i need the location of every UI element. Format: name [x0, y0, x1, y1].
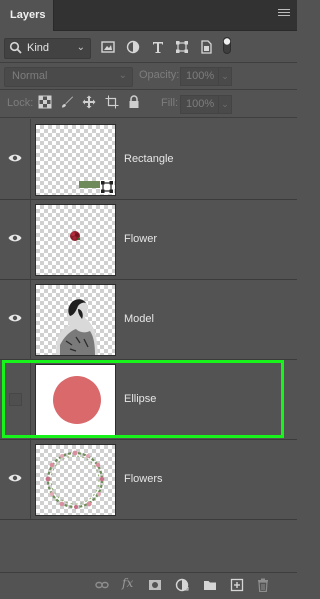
layer-row-flowers[interactable]: Flowers	[0, 439, 297, 520]
visibility-toggle[interactable]	[0, 199, 31, 279]
eye-icon	[8, 234, 22, 242]
eye-icon	[8, 154, 22, 162]
type-filter-icon[interactable]	[151, 40, 165, 54]
layers-panel: Layers Kind ⌄ Normal ⌄ Opacity: 100% ⌄ L…	[0, 0, 297, 599]
layer-name: Model	[124, 313, 154, 325]
chevron-down-icon: ⌄	[76, 42, 85, 53]
delete-layer-icon[interactable]	[256, 578, 270, 593]
visibility-toggle[interactable]	[0, 439, 31, 519]
layers-list: Rectangle Flower Model Ellipse Flowers	[0, 119, 297, 520]
layer-row-rectangle[interactable]: Rectangle	[0, 119, 297, 200]
filter-toggle-icon[interactable]	[223, 37, 231, 54]
panel-menu-icon[interactable]	[278, 9, 290, 19]
layer-row-model[interactable]: Model	[0, 279, 297, 360]
search-icon	[9, 41, 22, 54]
layer-name: Flowers	[124, 473, 163, 485]
layer-thumbnail	[35, 284, 116, 356]
smart-object-filter-icon[interactable]	[199, 40, 213, 54]
lock-position-icon[interactable]	[82, 95, 96, 109]
lock-image-pixels-icon[interactable]	[60, 95, 74, 109]
flower-image	[70, 231, 81, 241]
layer-thumbnail	[35, 444, 116, 516]
blend-mode-label: Normal	[12, 70, 48, 82]
lock-label: Lock:	[7, 97, 34, 109]
divider	[0, 89, 297, 90]
eye-icon	[8, 314, 22, 322]
flower-wreath-image	[45, 450, 105, 510]
filter-kind-label: Kind	[27, 42, 50, 54]
layer-thumbnail	[35, 124, 116, 196]
opacity-field[interactable]: 100%	[180, 67, 219, 86]
new-adjustment-layer-icon[interactable]	[175, 578, 189, 592]
chevron-down-icon: ⌄	[118, 70, 127, 81]
new-layer-icon[interactable]	[230, 578, 244, 592]
image-filter-icon[interactable]	[101, 40, 115, 54]
opacity-value: 100%	[186, 70, 215, 82]
blend-mode-select[interactable]: Normal ⌄	[4, 67, 133, 87]
opacity-label: Opacity:	[139, 69, 180, 81]
lock-artboard-icon[interactable]	[105, 95, 119, 109]
lock-transparent-pixels-icon[interactable]	[38, 95, 52, 109]
shape-filter-icon[interactable]	[175, 40, 189, 54]
fill-field[interactable]: 100%	[180, 95, 219, 114]
model-image	[56, 299, 98, 355]
new-group-icon[interactable]	[203, 578, 217, 592]
visibility-toggle[interactable]	[0, 279, 31, 359]
visibility-toggle[interactable]	[0, 119, 31, 199]
lock-all-icon[interactable]	[127, 95, 141, 109]
selection-highlight	[2, 360, 284, 438]
adjustment-filter-icon[interactable]	[126, 40, 140, 54]
layer-name: Flower	[124, 233, 158, 245]
fill-value: 100%	[186, 98, 215, 110]
filter-kind-select[interactable]: Kind ⌄	[4, 38, 91, 59]
opacity-dropdown-icon[interactable]: ⌄	[218, 67, 232, 86]
shape-layer-badge-icon	[100, 180, 114, 194]
divider	[0, 117, 297, 118]
link-layers-icon[interactable]	[95, 578, 109, 592]
add-layer-style-icon[interactable]: fx	[122, 576, 133, 590]
add-mask-icon[interactable]	[148, 578, 162, 592]
tab-layers-label: Layers	[10, 9, 46, 21]
layer-thumbnail	[35, 204, 116, 276]
layer-name: Rectangle	[124, 153, 174, 165]
fill-dropdown-icon[interactable]: ⌄	[218, 95, 232, 114]
eye-icon	[8, 474, 22, 482]
layer-row-flower[interactable]: Flower	[0, 199, 297, 280]
tab-layers[interactable]: Layers	[0, 0, 54, 31]
divider	[0, 62, 297, 63]
fill-label: Fill:	[161, 97, 179, 109]
